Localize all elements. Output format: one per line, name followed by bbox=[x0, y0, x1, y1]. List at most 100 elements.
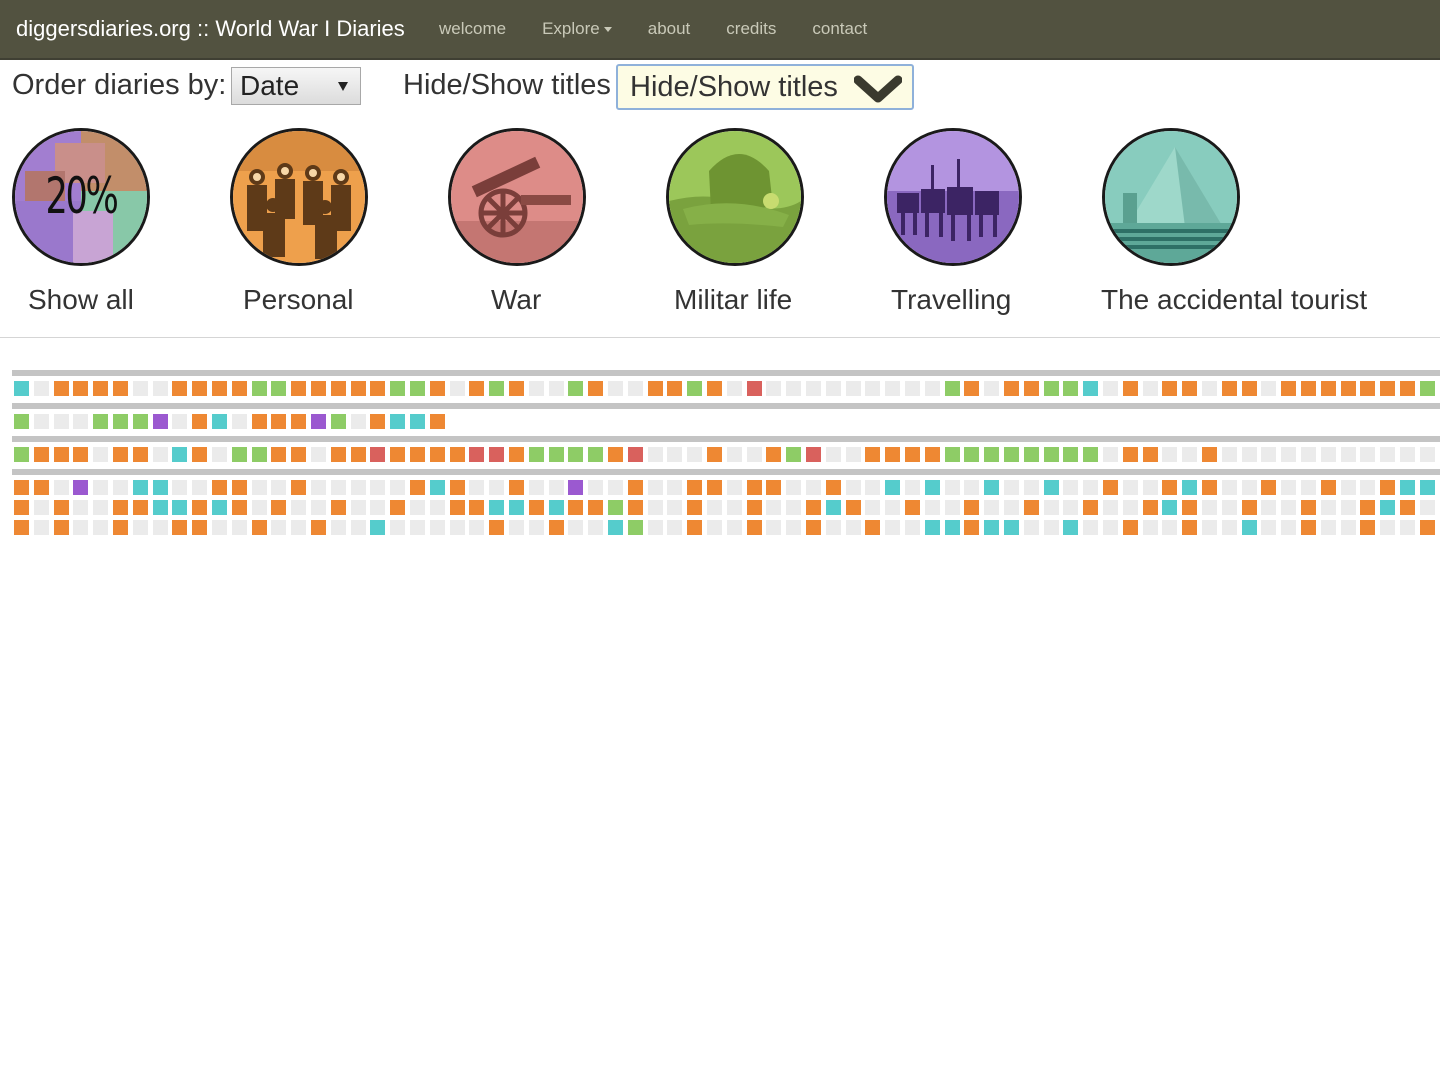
diary-entry-cell[interactable] bbox=[865, 520, 881, 535]
diary-entry-cell[interactable] bbox=[1380, 381, 1396, 396]
diary-entry-cell[interactable] bbox=[924, 480, 940, 495]
diary-entry-cell[interactable] bbox=[1162, 381, 1178, 396]
diary-entry-cell[interactable] bbox=[984, 520, 1000, 535]
diary-entry-cell[interactable] bbox=[905, 500, 920, 515]
diary-entry-cell[interactable] bbox=[509, 480, 524, 495]
diary-entry-cell[interactable] bbox=[766, 447, 782, 462]
diary-entry-cell[interactable] bbox=[806, 447, 821, 462]
diary-entry-cell[interactable] bbox=[449, 447, 465, 462]
diary-entry-cell[interactable] bbox=[231, 500, 247, 515]
diary-entry-cell[interactable] bbox=[627, 480, 643, 495]
diary-entry-cell[interactable] bbox=[1122, 520, 1138, 535]
diary-entry-cell[interactable] bbox=[509, 381, 524, 396]
diary-entry-cell[interactable] bbox=[687, 381, 703, 396]
diary-entry-cell[interactable] bbox=[885, 447, 901, 462]
diary-entry-cell[interactable] bbox=[1043, 447, 1059, 462]
diary-entry-cell[interactable] bbox=[1023, 500, 1039, 515]
diary-entry-cell[interactable] bbox=[390, 414, 406, 429]
category-show-all[interactable]: 20% Show all bbox=[0, 128, 220, 328]
diary-entry-cell[interactable] bbox=[390, 500, 406, 515]
titles-toggle-select[interactable]: Hide/Show titles bbox=[616, 64, 914, 110]
diary-entry-cell[interactable] bbox=[568, 500, 584, 515]
nav-contact[interactable]: contact bbox=[812, 19, 867, 39]
diary-entry-cell[interactable] bbox=[1340, 381, 1356, 396]
diary-entry-cell[interactable] bbox=[746, 381, 762, 396]
diary-entry-cell[interactable] bbox=[410, 480, 425, 495]
diary-entry-cell[interactable] bbox=[1004, 520, 1019, 535]
diary-entry-cell[interactable] bbox=[1083, 447, 1099, 462]
diary-entry-cell[interactable] bbox=[132, 447, 148, 462]
diary-entry-cell[interactable] bbox=[1083, 381, 1099, 396]
diary-entry-cell[interactable] bbox=[152, 500, 168, 515]
diary-entry-cell[interactable] bbox=[568, 381, 584, 396]
diary-entry-cell[interactable] bbox=[1301, 500, 1316, 515]
diary-entry-cell[interactable] bbox=[548, 520, 564, 535]
diary-entry-cell[interactable] bbox=[687, 500, 703, 515]
diary-entry-cell[interactable] bbox=[113, 500, 128, 515]
diary-entry-cell[interactable] bbox=[14, 447, 29, 462]
diary-entry-cell[interactable] bbox=[33, 480, 49, 495]
diary-entry-cell[interactable] bbox=[192, 381, 208, 396]
diary-entry-cell[interactable] bbox=[1043, 381, 1059, 396]
diary-entry-cell[interactable] bbox=[627, 447, 643, 462]
diary-entry-cell[interactable] bbox=[291, 381, 307, 396]
diary-entry-cell[interactable] bbox=[53, 381, 69, 396]
diary-entry-cell[interactable] bbox=[172, 381, 188, 396]
category-travelling[interactable]: Travelling bbox=[872, 128, 1092, 328]
diary-entry-cell[interactable] bbox=[786, 447, 802, 462]
diary-entry-cell[interactable] bbox=[1202, 447, 1217, 462]
diary-entry-cell[interactable] bbox=[1023, 381, 1039, 396]
diary-entry-cell[interactable] bbox=[588, 381, 604, 396]
diary-entry-cell[interactable] bbox=[231, 447, 247, 462]
diary-entry-cell[interactable] bbox=[350, 381, 366, 396]
nav-about[interactable]: about bbox=[648, 19, 691, 39]
diary-entry-cell[interactable] bbox=[429, 447, 445, 462]
category-accidental-tourist[interactable]: The accidental tourist bbox=[1090, 128, 1430, 328]
diary-entry-cell[interactable] bbox=[1281, 381, 1297, 396]
diary-entry-cell[interactable] bbox=[1380, 480, 1396, 495]
diary-entry-cell[interactable] bbox=[608, 520, 623, 535]
diary-entry-cell[interactable] bbox=[865, 447, 881, 462]
diary-entry-cell[interactable] bbox=[152, 414, 168, 429]
diary-entry-cell[interactable] bbox=[1182, 520, 1198, 535]
diary-entry-cell[interactable] bbox=[746, 500, 762, 515]
diary-entry-cell[interactable] bbox=[172, 447, 188, 462]
diary-entry-cell[interactable] bbox=[825, 500, 841, 515]
diary-entry-cell[interactable] bbox=[1419, 480, 1435, 495]
diary-entry-cell[interactable] bbox=[192, 500, 208, 515]
diary-entry-cell[interactable] bbox=[588, 447, 604, 462]
diary-entry-cell[interactable] bbox=[489, 520, 505, 535]
diary-entry-cell[interactable] bbox=[330, 447, 346, 462]
diary-entry-cell[interactable] bbox=[1122, 381, 1138, 396]
diary-entry-cell[interactable] bbox=[528, 500, 544, 515]
diary-entry-cell[interactable] bbox=[905, 447, 920, 462]
diary-entry-cell[interactable] bbox=[330, 381, 346, 396]
diary-entry-cell[interactable] bbox=[707, 480, 722, 495]
nav-credits[interactable]: credits bbox=[726, 19, 776, 39]
diary-entry-cell[interactable] bbox=[588, 500, 604, 515]
diary-entry-cell[interactable] bbox=[707, 381, 722, 396]
diary-entry-cell[interactable] bbox=[113, 447, 128, 462]
diary-entry-cell[interactable] bbox=[449, 480, 465, 495]
diary-entry-cell[interactable] bbox=[370, 414, 386, 429]
diary-entry-cell[interactable] bbox=[924, 447, 940, 462]
diary-entry-cell[interactable] bbox=[845, 500, 861, 515]
diary-entry-cell[interactable] bbox=[548, 447, 564, 462]
diary-entry-cell[interactable] bbox=[944, 447, 960, 462]
diary-entry-cell[interactable] bbox=[212, 500, 227, 515]
diary-entry-cell[interactable] bbox=[231, 480, 247, 495]
diary-entry-cell[interactable] bbox=[1202, 480, 1217, 495]
diary-entry-cell[interactable] bbox=[93, 414, 109, 429]
diary-entry-cell[interactable] bbox=[330, 500, 346, 515]
diary-entry-cell[interactable] bbox=[1261, 480, 1277, 495]
diary-entry-cell[interactable] bbox=[1400, 381, 1415, 396]
diary-entry-cell[interactable] bbox=[1004, 447, 1019, 462]
diary-entry-cell[interactable] bbox=[53, 447, 69, 462]
diary-entry-cell[interactable] bbox=[1360, 520, 1376, 535]
diary-entry-cell[interactable] bbox=[1419, 520, 1435, 535]
diary-entry-cell[interactable] bbox=[370, 381, 386, 396]
diary-entry-cell[interactable] bbox=[271, 500, 287, 515]
diary-entry-cell[interactable] bbox=[489, 500, 505, 515]
diary-entry-cell[interactable] bbox=[73, 447, 89, 462]
diary-entry-cell[interactable] bbox=[469, 447, 485, 462]
